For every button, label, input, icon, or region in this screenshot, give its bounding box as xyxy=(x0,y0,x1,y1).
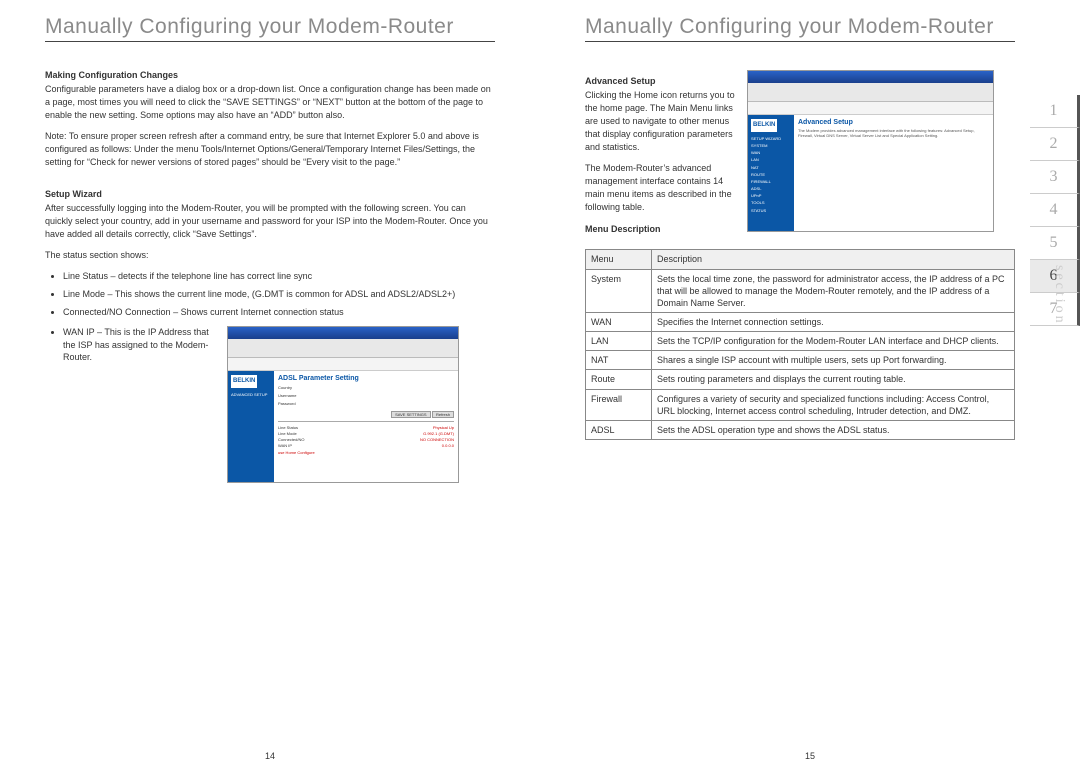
para-status-intro: The status section shows: xyxy=(45,249,495,262)
section-tab-2[interactable]: 2 xyxy=(1030,128,1080,161)
heading-advanced-setup: Advanced Setup xyxy=(585,76,735,86)
bullet-line-status: Line Status – detects if the telephone l… xyxy=(63,270,495,283)
section-tab-1[interactable]: 1 xyxy=(1030,95,1080,128)
menu-description-table: Menu Description SystemSets the local ti… xyxy=(585,249,1015,440)
para-wizard: After successfully logging into the Mode… xyxy=(45,202,495,241)
para-adv-2: The Modem-Router’s advanced management i… xyxy=(585,162,735,214)
bullet-wan-ip: WAN IP – This is the IP Address that the… xyxy=(63,326,215,364)
page-title-left: Manually Configuring your Modem-Router xyxy=(45,15,495,39)
table-row: FirewallConfigures a variety of security… xyxy=(586,389,1015,420)
section-tab-3[interactable]: 3 xyxy=(1030,161,1080,194)
table-row: NATShares a single ISP account with mult… xyxy=(586,351,1015,370)
heading-making-config: Making Configuration Changes xyxy=(45,70,495,80)
table-row: SystemSets the local time zone, the pass… xyxy=(586,269,1015,312)
page-right: Manually Configuring your Modem-Router A… xyxy=(540,0,1080,771)
wanip-and-screenshot: WAN IP – This is the IP Address that the… xyxy=(45,326,495,483)
table-row: WANSpecifies the Internet connection set… xyxy=(586,312,1015,331)
section-label: section xyxy=(1051,265,1067,326)
para-config-note: Note: To ensure proper screen refresh af… xyxy=(45,130,495,169)
bullet-line-mode: Line Mode – This shows the current line … xyxy=(63,288,495,301)
screenshot-setup-wizard: BELKIN ADVANCED SETUP ADSL Parameter Set… xyxy=(227,326,459,483)
th-description: Description xyxy=(652,250,1015,269)
status-bullet-list: Line Status – detects if the telephone l… xyxy=(45,270,495,318)
section-tab-4[interactable]: 4 xyxy=(1030,194,1080,227)
page-title-right: Manually Configuring your Modem-Router xyxy=(585,15,1015,39)
table-row: ADSLSets the ADSL operation type and sho… xyxy=(586,420,1015,439)
bullet-connection: Connected/NO Connection – Shows current … xyxy=(63,306,495,319)
title-rule-right xyxy=(585,41,1015,42)
advanced-setup-block: Advanced Setup Clicking the Home icon re… xyxy=(585,70,1015,237)
title-rule-left xyxy=(45,41,495,42)
table-row: LANSets the TCP/IP configuration for the… xyxy=(586,332,1015,351)
page-number-right: 15 xyxy=(805,751,815,761)
th-menu: Menu xyxy=(586,250,652,269)
page-left: Manually Configuring your Modem-Router M… xyxy=(0,0,540,771)
heading-menu-description: Menu Description xyxy=(585,224,735,234)
para-config-1: Configurable parameters have a dialog bo… xyxy=(45,83,495,122)
para-adv-1: Clicking the Home icon returns you to th… xyxy=(585,89,735,154)
screenshot-advanced-setup: BELKIN SETUP WIZARDSYSTEMWANLANNATROUTEF… xyxy=(747,70,994,232)
heading-setup-wizard: Setup Wizard xyxy=(45,189,495,199)
page-number-left: 14 xyxy=(265,751,275,761)
section-tab-5[interactable]: 5 xyxy=(1030,227,1080,260)
table-row: RouteSets routing parameters and display… xyxy=(586,370,1015,389)
two-page-spread: Manually Configuring your Modem-Router M… xyxy=(0,0,1080,771)
